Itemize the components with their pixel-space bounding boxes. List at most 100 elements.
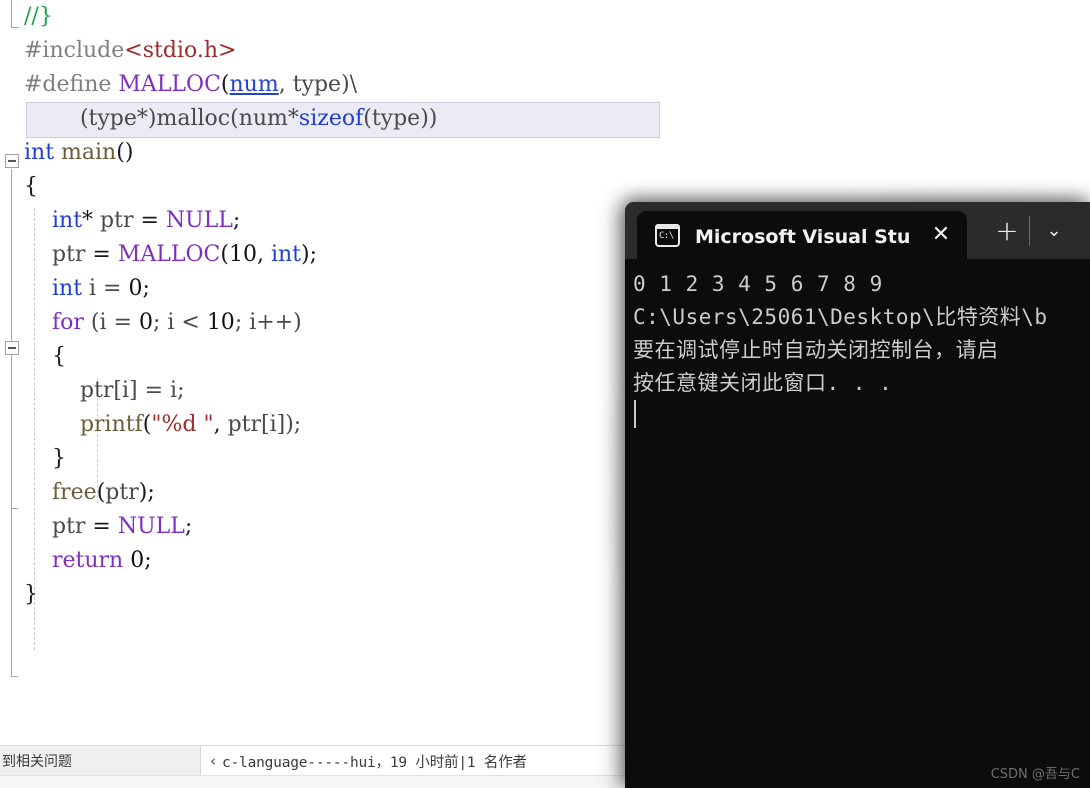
code-line[interactable]: free(ptr); <box>24 476 660 510</box>
code-text[interactable]: //} #include<stdio.h> #define MALLOC(num, … <box>24 0 660 745</box>
code-token: sizeof <box>298 106 364 131</box>
bottom-strip <box>0 775 660 788</box>
code-token: } <box>24 446 66 471</box>
code-token: ( <box>96 480 106 505</box>
code-token: ; <box>232 208 241 233</box>
new-tab-icon[interactable]: + <box>985 202 1029 259</box>
code-token: int <box>270 242 302 267</box>
code-line[interactable]: #include<stdio.h> <box>24 34 660 68</box>
code-token: () <box>116 140 134 165</box>
code-line[interactable]: printf("%d ", ptr[i]); <box>24 408 660 442</box>
chevron-left-icon[interactable]: ‹ <box>210 752 216 770</box>
console-caret <box>634 400 636 428</box>
code-token: int <box>51 208 83 233</box>
code-token: [i] = i; <box>113 378 185 403</box>
codelens-annotation-panel[interactable]: ‹ c-language-----hui，19 小时前|1 名作者 <box>200 746 660 776</box>
code-token: ); <box>138 480 155 505</box>
code-token: "%d " <box>151 412 214 437</box>
code-line[interactable]: } <box>24 578 660 612</box>
code-line[interactable]: ptr = NULL; <box>24 510 660 544</box>
code-line[interactable]: for (i = 0; i < 10; i++) <box>24 306 660 340</box>
code-line[interactable]: return 0; <box>24 544 660 578</box>
code-token: [i]); <box>261 412 302 437</box>
code-line[interactable]: //} <box>24 0 660 34</box>
chevron-down-icon[interactable]: ⌄ <box>1030 202 1078 259</box>
console-titlebar[interactable]: C:\ Microsoft Visual Studio 调试控 ✕ + ⌄ <box>625 202 1090 259</box>
console-output-lines: 0 1 2 3 4 5 6 7 8 9 C:\Users\25061\Deskto… <box>633 268 1090 400</box>
code-token: #include <box>24 38 125 63</box>
code-token: 0 <box>128 276 143 301</box>
console-tab-active[interactable]: C:\ Microsoft Visual Studio 调试控 ✕ <box>637 211 967 259</box>
code-token: malloc <box>156 106 231 131</box>
code-line[interactable]: { <box>24 170 660 204</box>
code-token: , <box>256 242 271 267</box>
code-token: = <box>85 514 118 539</box>
code-token: ptr <box>51 242 86 267</box>
code-line[interactable]: ptr = MALLOC(10, int); <box>24 238 660 272</box>
outlining-margin[interactable] <box>0 0 24 745</box>
code-token: (num* <box>230 106 299 131</box>
code-token: (type)) <box>363 106 438 131</box>
console-line: 按任意键关闭此窗口. . . <box>633 371 893 395</box>
code-token: = <box>133 208 166 233</box>
code-token: return <box>51 548 124 573</box>
code-token: { <box>24 174 38 199</box>
code-token: ; <box>144 548 152 573</box>
fold-toggle-for[interactable] <box>5 341 19 355</box>
code-token: ptr <box>105 480 139 505</box>
code-line[interactable]: (type*)malloc(num*sizeof(type)) <box>24 102 660 136</box>
terminal-icon-label: C:\ <box>659 230 674 241</box>
code-editor[interactable]: //} #include<stdio.h> #define MALLOC(num, … <box>0 0 660 745</box>
code-token: 0 <box>130 548 145 573</box>
code-token: 10 <box>228 242 257 267</box>
console-line: 0 1 2 3 4 5 6 7 8 9 <box>633 272 883 296</box>
console-line: 要在调试停止时自动关闭控制台，请启 <box>633 338 999 362</box>
code-token: } <box>24 582 38 607</box>
code-line[interactable]: #define MALLOC(num, type)\ <box>24 68 660 102</box>
code-token: printf <box>79 412 143 437</box>
close-icon[interactable]: ✕ <box>926 220 956 250</box>
code-token: , type)\ <box>278 72 358 97</box>
code-line[interactable]: int* ptr = NULL; <box>24 204 660 238</box>
code-token: = <box>85 242 118 267</box>
code-token: free <box>51 480 97 505</box>
codelens-author-text: c-language-----hui，19 小时前|1 名作者 <box>222 754 527 771</box>
code-token: ; i < <box>152 310 207 335</box>
code-token: 0 <box>138 310 153 335</box>
code-token: (type*) <box>24 106 157 131</box>
terminal-icon: C:\ <box>655 223 680 247</box>
code-token: ; <box>184 514 193 539</box>
code-line[interactable]: ptr[i] = i; <box>24 374 660 408</box>
console-window[interactable]: C:\ Microsoft Visual Studio 调试控 ✕ + ⌄ 0 … <box>625 202 1090 788</box>
code-token: //} <box>24 4 53 29</box>
console-output[interactable]: 0 1 2 3 4 5 6 7 8 9 C:\Users\25061\Deskto… <box>625 259 1090 788</box>
code-token: MALLOC <box>118 72 221 97</box>
csdn-watermark: CSDN @吾与C <box>990 767 1080 782</box>
fold-bracket-comment <box>11 27 19 28</box>
code-token: NULL <box>117 514 185 539</box>
console-tab-title: Microsoft Visual Studio 调试控 <box>695 225 910 248</box>
code-line[interactable]: int main() <box>24 136 660 170</box>
code-token: for <box>51 310 84 335</box>
fold-foot-for <box>11 508 18 509</box>
fold-line-comment <box>11 0 12 28</box>
code-line[interactable]: int i = 0; <box>24 272 660 306</box>
fold-line-for <box>11 356 12 508</box>
code-token: ptr <box>51 514 86 539</box>
code-token: NULL <box>165 208 233 233</box>
code-token: ; i++) <box>234 310 302 335</box>
fold-toggle-main[interactable] <box>5 154 19 168</box>
code-token: ptr <box>100 208 134 233</box>
code-line[interactable]: } <box>24 442 660 476</box>
code-line[interactable]: { <box>24 340 660 374</box>
code-token: num <box>229 72 279 97</box>
titlebar-actions: + ⌄ <box>985 202 1078 259</box>
code-token: ; <box>142 276 150 301</box>
